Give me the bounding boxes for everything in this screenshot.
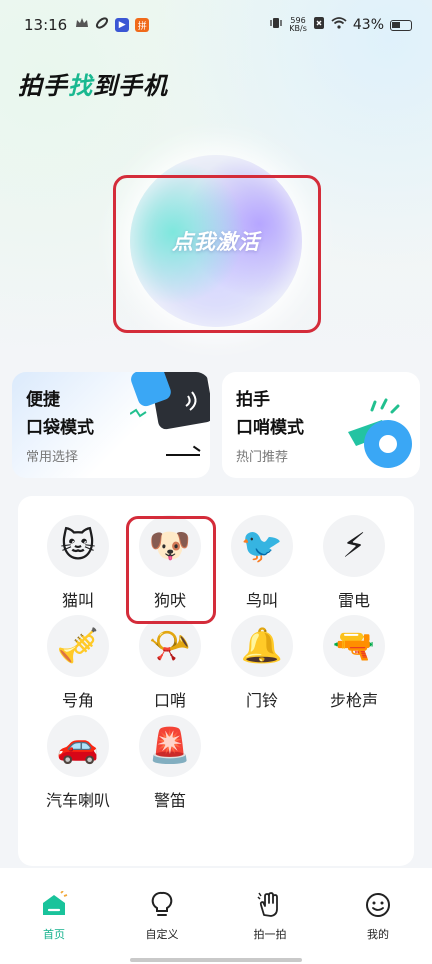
sound-label-siren: 警笛 bbox=[153, 791, 186, 810]
sound-item-cat[interactable]: 🐱 猫叫 bbox=[38, 515, 118, 610]
nav-item-custom[interactable]: 自定义 bbox=[108, 868, 216, 964]
nav-label-custom: 自定义 bbox=[145, 928, 179, 941]
activate-highlight-frame bbox=[113, 175, 321, 333]
home-icon bbox=[39, 890, 69, 920]
whistle-mode-card[interactable]: 拍手 口哨模式 热门推荐 bbox=[222, 372, 420, 478]
sound-label-rifle: 步枪声 bbox=[329, 691, 378, 710]
app-title-highlight: 找 bbox=[68, 72, 93, 100]
siren-glyph: 🚨 bbox=[148, 726, 192, 766]
sound-item-bird[interactable]: 🐦 鸟叫 bbox=[222, 515, 302, 610]
sound-label-doorbell: 门铃 bbox=[245, 691, 278, 710]
nav-label-clap: 拍一拍 bbox=[253, 928, 287, 941]
sound-item-rifle[interactable]: 🔫 步枪声 bbox=[314, 615, 394, 710]
sound-label-bird: 鸟叫 bbox=[245, 591, 278, 610]
sound-item-doorbell[interactable]: 🔔 门铃 bbox=[222, 615, 302, 710]
nav-item-mine[interactable]: 我的 bbox=[324, 868, 432, 964]
status-time: 13:16 bbox=[24, 16, 68, 34]
net-speed-unit: KB/s bbox=[289, 24, 307, 33]
rifle-glyph: 🔫 bbox=[332, 626, 376, 666]
bird-glyph: 🐦 bbox=[240, 526, 284, 566]
sim-icon bbox=[313, 16, 325, 34]
home-indicator[interactable] bbox=[130, 958, 302, 962]
lightning-icon: ⚡ bbox=[323, 515, 385, 577]
sound-item-thunder[interactable]: ⚡ 雷电 bbox=[314, 515, 394, 610]
car-glyph: 🚗 bbox=[56, 726, 100, 766]
app-title-part1: 拍手 bbox=[18, 72, 68, 100]
nav-item-clap[interactable]: 拍一拍 bbox=[216, 868, 324, 964]
arrow-right-icon bbox=[166, 454, 200, 456]
vibrate-icon bbox=[269, 16, 283, 34]
horn-glyph: 🎺 bbox=[56, 626, 100, 666]
sound-item-car-horn[interactable]: 🚗 汽车喇叭 bbox=[38, 715, 118, 810]
sound-label-horn: 号角 bbox=[61, 691, 94, 710]
siren-icon: 🚨 bbox=[139, 715, 201, 777]
battery-percentage: 43% bbox=[352, 17, 384, 33]
sound-label-cat: 猫叫 bbox=[61, 591, 94, 610]
nav-label-mine: 我的 bbox=[367, 928, 389, 941]
horn-icon: 🎺 bbox=[47, 615, 109, 677]
dog-highlight-frame bbox=[126, 516, 216, 624]
lightning-glyph: ⚡ bbox=[342, 526, 366, 566]
app-icon: 拼 bbox=[135, 18, 150, 32]
sound-item-horn[interactable]: 🎺 号角 bbox=[38, 615, 118, 710]
cat-glyph: 🐱 bbox=[60, 526, 96, 566]
whistle-mode-title: 拍手 口哨模式 bbox=[236, 390, 304, 438]
doorbell-icon: 🔔 bbox=[231, 615, 293, 677]
whistle-mode-subtitle: 热门推荐 bbox=[236, 450, 289, 465]
sound-item-whistle[interactable]: 📯 口哨 bbox=[130, 615, 210, 710]
sound-label-thunder: 雷电 bbox=[337, 591, 370, 610]
cat-icon: 🐱 bbox=[47, 515, 109, 577]
smile-icon bbox=[363, 890, 393, 920]
wifi-icon bbox=[331, 17, 347, 33]
pocket-mode-subtitle: 常用选择 bbox=[26, 450, 79, 465]
lightbulb-icon bbox=[147, 890, 177, 920]
sound-item-siren[interactable]: 🚨 警笛 bbox=[130, 715, 210, 810]
nav-label-home: 首页 bbox=[43, 928, 65, 941]
whistle-glyph: 📯 bbox=[148, 626, 192, 666]
status-bar: 13:16 ▶ 拼 596 KB/s 43% bbox=[0, 0, 432, 50]
nav-item-home[interactable]: 首页 bbox=[0, 868, 108, 964]
app-title-part2: 到手机 bbox=[93, 72, 168, 100]
pocket-mode-card[interactable]: 便捷 口袋模式 常用选择 bbox=[12, 372, 210, 478]
net-speed: 596 KB/s bbox=[289, 17, 307, 33]
car-horn-icon: 🚗 bbox=[47, 715, 109, 777]
hand-icon bbox=[255, 890, 285, 920]
link-icon bbox=[95, 16, 109, 34]
pocket-mode-title: 便捷 口袋模式 bbox=[26, 390, 94, 438]
bird-icon: 🐦 bbox=[231, 515, 293, 577]
sound-label-car-horn: 汽车喇叭 bbox=[45, 791, 110, 810]
phone-pocket-icon bbox=[130, 372, 210, 430]
rifle-icon: 🔫 bbox=[323, 615, 385, 677]
battery-icon bbox=[390, 19, 412, 31]
sound-label-whistle: 口哨 bbox=[153, 691, 186, 710]
app-title: 拍手找到手机 bbox=[18, 66, 168, 101]
doorbell-glyph: 🔔 bbox=[240, 626, 284, 666]
whistle-small-icon: 📯 bbox=[139, 615, 201, 677]
crown-icon bbox=[75, 17, 89, 33]
whistle-icon bbox=[348, 398, 412, 468]
bottom-navigation: 首页 自定义 拍一拍 我的 bbox=[0, 868, 432, 964]
play-icon: ▶ bbox=[115, 18, 130, 32]
